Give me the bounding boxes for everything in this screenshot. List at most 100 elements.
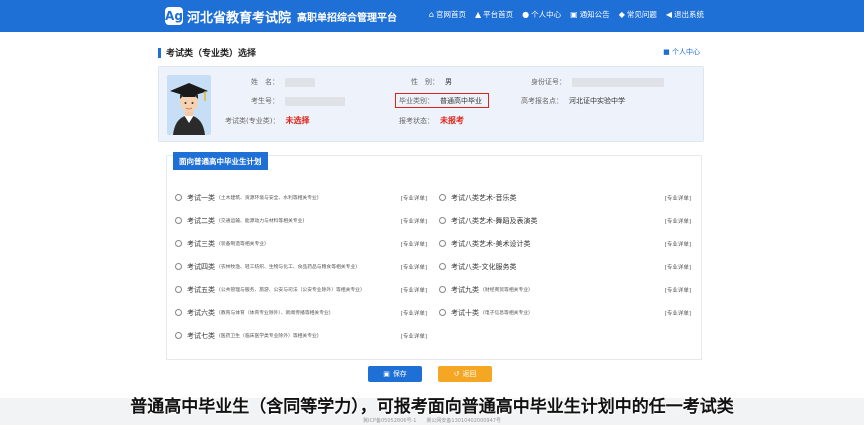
title-accent-bar bbox=[158, 47, 161, 58]
nav-label: 退出系统 bbox=[674, 10, 704, 19]
personal-center-label: 个人中心 bbox=[672, 48, 700, 56]
plan-option[interactable]: 考试八类艺术-美术设计类 [专业详单] bbox=[439, 232, 691, 255]
nav-platform[interactable]: ▲ 平台首页 bbox=[475, 9, 513, 20]
plan-name: 考试六类 bbox=[187, 308, 215, 317]
plan-column-left: 考试一类 (土木建筑、资源环境与安全、水利等相关专业) [专业详单] 考试二类 (交通… bbox=[175, 186, 427, 347]
nav-label: 平台首页 bbox=[483, 10, 514, 19]
nav-label: 个人中心 bbox=[531, 10, 562, 19]
gender-row: 性 别： 男 bbox=[411, 77, 452, 87]
radio-button[interactable] bbox=[439, 240, 446, 247]
exam-no-label: 考生号： bbox=[251, 97, 279, 105]
gender-value: 男 bbox=[445, 78, 452, 86]
exam-site-label: 高考报名点： bbox=[521, 97, 563, 105]
plan-detail-link[interactable]: [专业详单] bbox=[665, 263, 691, 271]
plan-note: (教育与体育（体育专业除外）、新闻传播等相关专业) bbox=[219, 311, 331, 316]
radio-button[interactable] bbox=[439, 309, 446, 316]
radio-button[interactable] bbox=[439, 217, 446, 224]
exam-type-row: 考试类(专业类)： 未选择 bbox=[225, 115, 309, 126]
radio-button[interactable] bbox=[175, 309, 182, 316]
status-value: 未报考 bbox=[440, 116, 464, 125]
plan-note: (医药卫生（临床医学类专业除外）等相关专业) bbox=[219, 334, 319, 339]
radio-button[interactable] bbox=[175, 263, 182, 270]
nav-logout[interactable]: ◀ 退出系统 bbox=[666, 9, 704, 20]
name-label: 姓 名： bbox=[251, 78, 279, 86]
exam-type-value: 未选择 bbox=[285, 116, 310, 125]
plan-detail-link[interactable]: [专业详单] bbox=[401, 194, 427, 202]
plan-option[interactable]: 考试三类 (装备制造等相关专业) [专业详单] bbox=[175, 232, 427, 255]
user-icon: ● bbox=[522, 10, 530, 19]
save-label: 保存 bbox=[392, 370, 407, 378]
plan-name: 考试四类 bbox=[187, 262, 215, 271]
plan-detail-link[interactable]: [专业详单] bbox=[665, 286, 691, 294]
top-nav: ⌂ 官网首页 ▲ 平台首页 ● 个人中心 ▣ 通知公告 ◆ 常见问题 ◀ 退出系统 bbox=[429, 9, 704, 20]
plan-tab[interactable]: 面向普通高中毕业生计划 bbox=[173, 152, 268, 170]
nav-faq[interactable]: ◆ 常见问题 bbox=[619, 9, 657, 20]
plan-option[interactable]: 考试一类 (土木建筑、资源环境与安全、水利等相关专业) [专业详单] bbox=[175, 186, 427, 209]
plan-name: 考试八类艺术-美术设计类 bbox=[451, 239, 531, 248]
plan-option[interactable]: 考试八类艺术-舞蹈及表演类 [专业详单] bbox=[439, 209, 691, 232]
notice-icon: ▣ bbox=[570, 10, 578, 19]
radio-button[interactable] bbox=[175, 194, 182, 201]
plan-option[interactable]: 考试九类 (财经商贸等相关专业) [专业详单] bbox=[439, 278, 691, 301]
nav-home[interactable]: ⌂ 官网首页 bbox=[429, 9, 466, 20]
plan-note: (财经商贸等相关专业) bbox=[483, 288, 530, 293]
radio-button[interactable] bbox=[439, 263, 446, 270]
radio-button[interactable] bbox=[175, 240, 182, 247]
plan-option[interactable]: 考试十类 (电子信息等相关专业) [专业详单] bbox=[439, 301, 691, 324]
plan-name: 考试三类 bbox=[187, 239, 215, 248]
radio-button[interactable] bbox=[439, 286, 446, 293]
plan-option[interactable]: 考试二类 (交通运输、能源动力与材料等相关专业) [专业详单] bbox=[175, 209, 427, 232]
plan-option[interactable]: 考试四类 (农林牧渔、轻工纺织、生物与化工、食品药品与粮食等相关专业) [专业详单] bbox=[175, 255, 427, 278]
plan-option[interactable]: 考试五类 (公共管理与服务、旅游、公安与司法（公安专业除外）等相关专业) [专业详单… bbox=[175, 278, 427, 301]
video-caption: 普通高中毕业生（含同等学力），可报考面向普通高中毕业生计划中的任一考试类 bbox=[130, 397, 734, 417]
exam-site-value: 河北证中实验中学 bbox=[569, 97, 625, 105]
plan-detail-link[interactable]: [专业详单] bbox=[665, 217, 691, 225]
nav-label: 通知公告 bbox=[579, 10, 610, 19]
status-row: 报考状态： 未报考 bbox=[399, 115, 464, 126]
avatar bbox=[167, 75, 211, 135]
plan-detail-link[interactable]: [专业详单] bbox=[401, 240, 427, 248]
plan-name: 考试五类 bbox=[187, 285, 215, 294]
plan-option[interactable]: 考试八类艺术-音乐类 [专业详单] bbox=[439, 186, 691, 209]
plan-note: (土木建筑、资源环境与安全、水利等相关专业) bbox=[219, 196, 319, 201]
home-icon: ⌂ bbox=[428, 10, 434, 19]
plan-note: (公共管理与服务、旅游、公安与司法（公安专业除外）等相关专业) bbox=[219, 288, 362, 293]
exam-no-row: 考生号： bbox=[251, 96, 345, 106]
site-logo[interactable]: Ag 河北省教育考试院 高职单招综合管理平台 bbox=[165, 5, 397, 27]
plan-detail-link[interactable]: [专业详单] bbox=[401, 286, 427, 294]
radio-button[interactable] bbox=[175, 286, 182, 293]
exam-no-value-redacted bbox=[285, 96, 345, 106]
plan-name: 考试十类 bbox=[451, 308, 479, 317]
plan-column-right: 考试八类艺术-音乐类 [专业详单] 考试八类艺术-舞蹈及表演类 [专业详单] 考试八… bbox=[439, 186, 691, 324]
plan-detail-link[interactable]: [专业详单] bbox=[665, 240, 691, 248]
logo-mark-icon: Ag bbox=[165, 7, 183, 25]
plan-detail-link[interactable]: [专业详单] bbox=[401, 217, 427, 225]
plan-detail-link[interactable]: [专业详单] bbox=[665, 194, 691, 202]
save-button[interactable]: ▣ 保存 bbox=[368, 366, 422, 382]
plan-detail-link[interactable]: [专业详单] bbox=[401, 309, 427, 317]
nav-notice[interactable]: ▣ 通知公告 bbox=[570, 9, 610, 20]
plan-name: 考试八类艺术-音乐类 bbox=[451, 193, 517, 202]
graduate-avatar-icon bbox=[167, 75, 211, 135]
name-value-redacted bbox=[285, 77, 315, 87]
back-button[interactable]: ↺ 返回 bbox=[438, 366, 492, 382]
plan-detail-link[interactable]: [专业详单] bbox=[401, 332, 427, 340]
top-header: Ag 河北省教育考试院 高职单招综合管理平台 ⌂ 官网首页 ▲ 平台首页 ● 个人中心… bbox=[0, 0, 864, 32]
plan-option[interactable]: 考试七类 (医药卫生（临床医学类专业除外）等相关专业) [专业详单] bbox=[175, 324, 427, 347]
footer-icp: 冀ICP备05052806号-1 冀公网安备13010402000947号 bbox=[363, 418, 501, 424]
radio-button[interactable] bbox=[439, 194, 446, 201]
plan-name: 考试八类艺术-舞蹈及表演类 bbox=[451, 216, 538, 225]
plan-note: (农林牧渔、轻工纺织、生物与化工、食品药品与粮食等相关专业) bbox=[219, 265, 358, 270]
plan-detail-link[interactable]: [专业详单] bbox=[401, 263, 427, 271]
plan-note: (装备制造等相关专业) bbox=[219, 242, 266, 247]
radio-button[interactable] bbox=[175, 217, 182, 224]
plan-detail-link[interactable]: [专业详单] bbox=[665, 309, 691, 317]
nav-personal-center[interactable]: ● 个人中心 bbox=[522, 9, 561, 20]
plan-option[interactable]: 考试六类 (教育与体育（体育专业除外）、新闻传播等相关专业) [专业详单] bbox=[175, 301, 427, 324]
personal-center-link[interactable]: ■ 个人中心 bbox=[663, 47, 700, 57]
faq-icon: ◆ bbox=[618, 10, 625, 19]
site-subtitle: 高职单招综合管理平台 bbox=[297, 12, 398, 24]
name-row: 姓 名： bbox=[251, 77, 315, 87]
plan-option[interactable]: 考试八类-文化服务类 [专业详单] bbox=[439, 255, 691, 278]
radio-button[interactable] bbox=[175, 332, 182, 339]
